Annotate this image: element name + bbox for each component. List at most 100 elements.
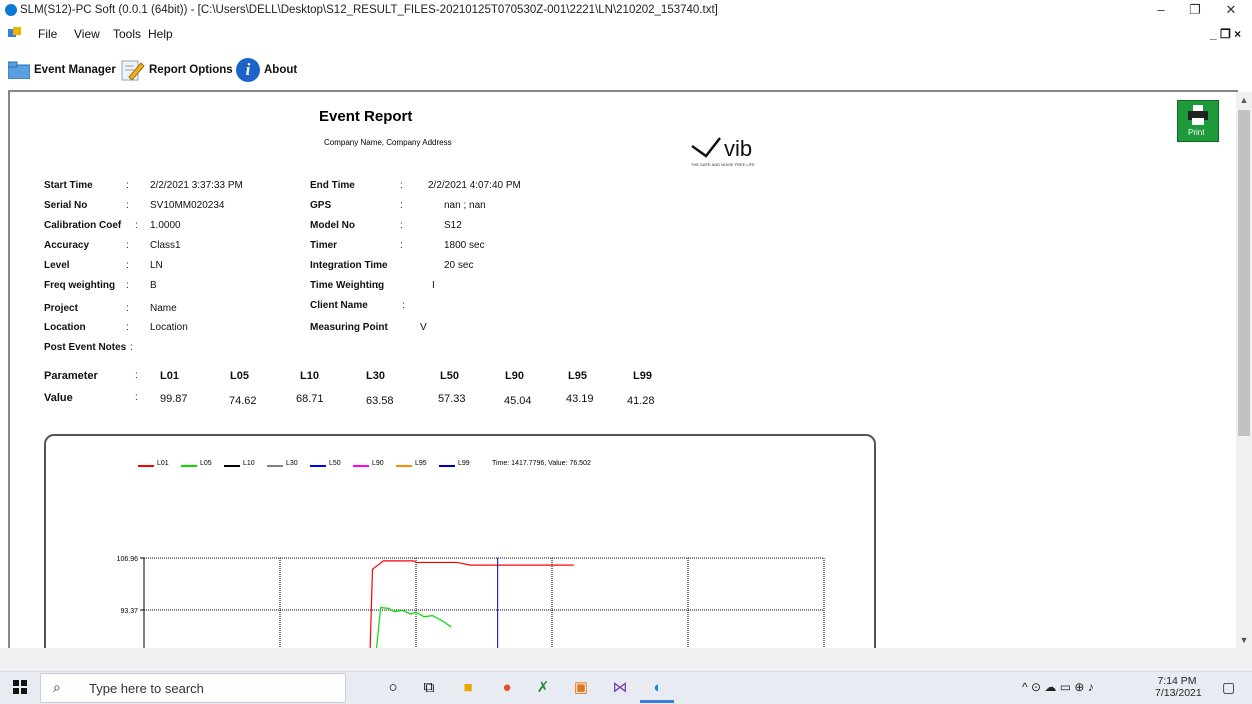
left-field-value: Class1 [150, 240, 181, 251]
task-view-icon[interactable]: ⧉ [419, 678, 439, 698]
right-field-label: Timer [310, 240, 338, 251]
left-field-colon: : [126, 200, 129, 211]
line-chart[interactable]: 106.96 93.37 [46, 436, 874, 650]
left-field-colon: : [135, 220, 138, 231]
menu-file[interactable]: File [38, 27, 57, 41]
event-manager-label: Event Manager [34, 64, 116, 76]
chart-panel: L01 L05 L10 L30 L50 L90 L95 L99 Time: 1417.7796,… [44, 434, 876, 650]
close-button[interactable]: ✕ [1216, 2, 1246, 20]
left-field-label: Post Event Notes [44, 342, 127, 353]
right-field-value: 20 sec [444, 260, 474, 271]
parameter-value: 41.28 [627, 395, 655, 407]
system-tray-icons[interactable]: ^ ⊙ ☁ ▭ ⊕ ♪ [1022, 680, 1094, 694]
windows-start-icon[interactable] [13, 680, 27, 694]
minimize-button[interactable]: – [1146, 2, 1176, 20]
event-manager-button[interactable]: Event Manager [7, 58, 116, 82]
logo-tagline: THE SAFE AND NOISE FREE LIFE [691, 162, 755, 167]
left-field-label: Accuracy [44, 240, 90, 251]
chrome-icon[interactable]: ● [497, 678, 517, 698]
parameter-header: L01 [160, 370, 179, 382]
parameter-header: L30 [366, 370, 385, 382]
notification-icon[interactable]: ▢ [1222, 679, 1235, 696]
scroll-up-icon[interactable]: ▲ [1236, 92, 1252, 108]
value-row-label: Value [44, 392, 73, 404]
clock-date: 7/13/2021 [1155, 687, 1202, 699]
slm-app-taskbar-icon[interactable]: ◐ [648, 678, 668, 698]
mdi-window-controls[interactable]: _ ❐ × [1210, 27, 1241, 41]
series-line-l05 [375, 606, 452, 650]
right-field-colon: : [400, 220, 403, 231]
maximize-button[interactable]: ❐ [1180, 2, 1210, 20]
title-bar: SLM(S12)-PC Soft (0.0.1 (64bit)) - [C:\U… [0, 0, 1252, 22]
taskbar-search-box[interactable]: ⌕ Type here to search [40, 673, 346, 703]
left-field-label: Serial No [44, 200, 88, 211]
right-field-value: 2/2/2021 4:07:40 PM [428, 180, 521, 191]
menu-bar: File View Tools Help _ ❐ × [0, 22, 1252, 46]
office-app-icon[interactable]: ▣ [571, 678, 591, 698]
print-button[interactable]: Print [1177, 100, 1219, 142]
menu-view[interactable]: View [74, 27, 100, 41]
parameter-header: L05 [230, 370, 249, 382]
parameter-header: L99 [633, 370, 652, 382]
search-placeholder: Type here to search [89, 681, 204, 696]
right-field-colon: : [400, 180, 403, 191]
right-field-colon: : [400, 200, 403, 211]
right-field-value: nan ; nan [444, 200, 486, 211]
left-field-colon: : [126, 322, 129, 333]
left-field-value: Location [150, 322, 188, 333]
toolbar: Event Manager Report Options i About [0, 52, 1252, 86]
row-colon: : [135, 392, 138, 403]
right-field-label: Client Name [310, 300, 368, 311]
right-field-label: Model No [310, 220, 355, 231]
parameter-header: L10 [300, 370, 319, 382]
vib-logo: vib THE SAFE AND NOISE FREE LIFE [690, 136, 800, 170]
parameter-value: 68.71 [296, 393, 324, 405]
left-field-label: Start Time [44, 180, 93, 191]
parameter-value: 99.87 [160, 393, 188, 405]
right-field-colon: : [376, 260, 379, 271]
left-field-colon: : [126, 280, 129, 291]
left-field-label: Level [44, 260, 70, 271]
menu-help[interactable]: Help [148, 27, 173, 41]
company-info: Company Name, Company Address [324, 138, 452, 147]
about-button[interactable]: i About [236, 58, 297, 82]
right-field-colon: : [370, 322, 373, 333]
parameter-row-label: Parameter [44, 370, 98, 382]
visual-studio-icon[interactable]: ⋈ [610, 678, 630, 698]
left-field-label: Location [44, 322, 86, 333]
left-field-colon: : [126, 240, 129, 251]
left-field-colon: : [126, 260, 129, 271]
left-field-label: Calibration Coef [44, 220, 122, 231]
print-label: Print [1188, 128, 1205, 137]
file-explorer-icon[interactable]: ■ [458, 678, 478, 698]
parameter-value: 63.58 [366, 395, 394, 407]
left-field-value: B [150, 280, 157, 291]
right-field-value: V [420, 322, 427, 333]
parameter-value: 57.33 [438, 393, 466, 405]
file-tool-icon[interactable]: ✗ [533, 678, 553, 698]
left-field-colon: : [126, 180, 129, 191]
cortana-icon[interactable]: ○ [383, 678, 403, 698]
clock-time: 7:14 PM [1157, 675, 1197, 687]
report-viewport[interactable]: Event Report Company Name, Company Addre… [8, 90, 1238, 650]
info-icon: i [236, 58, 260, 82]
scroll-thumb[interactable] [1238, 110, 1250, 436]
parameter-value: 43.19 [566, 393, 594, 405]
left-field-value: 1.0000 [150, 220, 181, 231]
parameter-header: L95 [568, 370, 587, 382]
series-line-l01 [369, 560, 574, 650]
clock[interactable]: 7:14 PM 7/13/2021 [1155, 675, 1202, 699]
parameter-value: 74.62 [229, 395, 257, 407]
left-field-value: Name [150, 303, 177, 314]
parameter-header: L90 [505, 370, 524, 382]
scroll-down-icon[interactable]: ▼ [1236, 632, 1252, 648]
parameter-header: L50 [440, 370, 459, 382]
report-title: Event Report [319, 108, 413, 125]
row-colon: : [135, 370, 138, 381]
report-pencil-icon [121, 59, 145, 81]
window-title: SLM(S12)-PC Soft (0.0.1 (64bit)) - [C:\U… [20, 4, 718, 16]
vertical-scrollbar[interactable]: ▲ ▼ [1236, 92, 1252, 648]
menu-tools[interactable]: Tools [113, 27, 141, 41]
status-strip [0, 648, 1252, 671]
report-options-button[interactable]: Report Options [121, 58, 233, 82]
